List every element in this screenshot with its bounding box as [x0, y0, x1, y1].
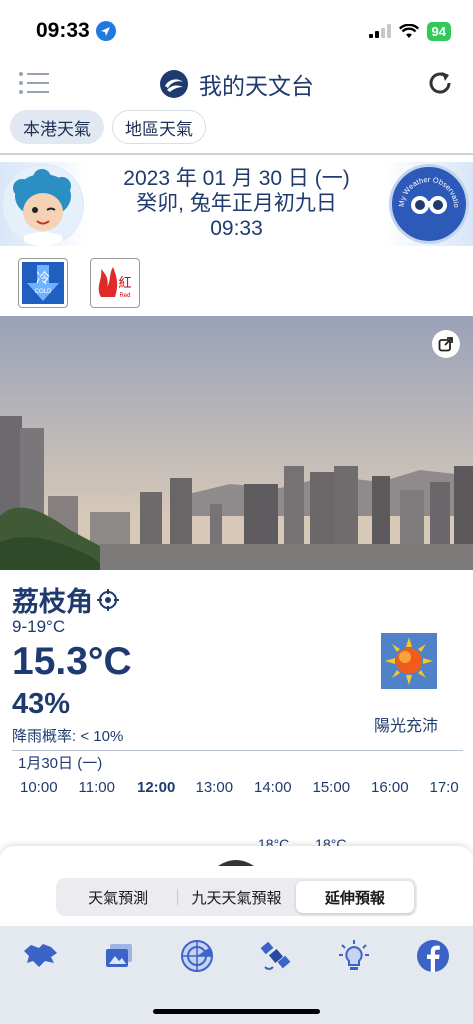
hour-label: 16:00	[371, 779, 409, 796]
red-fire-danger-warning-icon[interactable]: 紅 Red	[90, 258, 140, 308]
station-name[interactable]: 荔枝角	[12, 580, 119, 619]
hong-kong-map-icon[interactable]	[18, 934, 62, 978]
clock: 09:33	[36, 19, 90, 42]
battery-indicator: 94	[426, 21, 451, 41]
tab-hk-weather[interactable]: 本港天氣	[10, 110, 104, 144]
lunar-date: 癸卯, 兔年正月初九日	[136, 192, 337, 215]
status-time: 09:33	[36, 19, 116, 43]
satellite-icon[interactable]	[254, 934, 298, 978]
hourly-forecast-times[interactable]: 10:00 11:00 12:00 13:00 14:00 15:00 16:0…	[20, 779, 473, 796]
cold-warning-label: 冷	[36, 270, 50, 286]
hour-label: 13:00	[195, 779, 234, 796]
segment-extended-forecast[interactable]: 延伸預報	[295, 881, 414, 913]
app-title-text: 我的天文台	[199, 73, 314, 99]
red-warning-label: 紅	[118, 275, 131, 290]
wifi-icon	[398, 23, 419, 38]
sheet-handle-icon[interactable]	[216, 856, 256, 868]
segment-weather-forecast[interactable]: 天氣預測	[59, 881, 177, 913]
current-time: 09:33	[210, 217, 263, 240]
facebook-icon[interactable]	[411, 934, 455, 978]
lightbulb-icon[interactable]	[332, 934, 376, 978]
sunny-icon	[381, 633, 437, 689]
red-warning-sub: Red	[119, 293, 130, 299]
forecast-date: 1月30日 (一)	[18, 755, 103, 772]
header-divider	[0, 153, 473, 155]
open-webcam-icon[interactable]	[432, 330, 460, 358]
cold-warning-icon[interactable]: 冷 COLD	[18, 258, 68, 308]
forecast-segmented-control: 天氣預測 九天天氣預報 延伸預報	[56, 878, 417, 916]
hour-label: 14:00	[254, 779, 292, 796]
gregorian-date: 2023 年 01 月 30 日 (一)	[123, 167, 350, 190]
current-temperature: 15.3°C	[12, 640, 132, 683]
observatory-logo-icon	[160, 70, 188, 98]
hour-label: 17:0	[429, 779, 459, 796]
weather-description: 陽光充沛	[374, 718, 439, 735]
home-indicator	[153, 1009, 320, 1014]
location-target-icon	[97, 588, 119, 611]
segment-nine-day-forecast[interactable]: 九天天氣預報	[177, 881, 295, 913]
hour-label: 10:00	[20, 779, 58, 796]
warning-icons: 冷 COLD 紅 Red	[18, 258, 140, 308]
webcam-image[interactable]	[0, 316, 473, 570]
refresh-icon[interactable]	[425, 68, 455, 103]
temperature-range: 9-19°C	[12, 617, 66, 636]
my-weather-observation-button[interactable]: My Weather Observation 我的天氣觀察	[388, 159, 469, 244]
app-title: 我的天文台	[159, 67, 314, 101]
signal-icon	[368, 24, 391, 38]
hour-label: 11:00	[78, 779, 115, 796]
location-arrow-icon	[95, 21, 116, 41]
mascot-avatar[interactable]	[2, 164, 84, 246]
radar-icon[interactable]	[175, 934, 219, 978]
region-tabs: 本港天氣 地區天氣	[10, 110, 206, 144]
cold-warning-sub: COLD	[35, 289, 52, 295]
status-indicators: 94	[368, 21, 451, 41]
hour-label: 15:00	[312, 779, 351, 796]
menu-icon[interactable]	[18, 70, 50, 101]
app-header: 我的天文台	[0, 62, 473, 106]
rain-probability: 降雨概率: < 10%	[12, 728, 124, 745]
date-band: 2023 年 01 月 30 日 (一) 癸卯, 兔年正月初九日 09:33 M…	[0, 159, 473, 246]
station-label: 荔枝角	[12, 587, 93, 617]
relative-humidity: 43%	[12, 688, 71, 720]
date-display: 2023 年 01 月 30 日 (一) 癸卯, 兔年正月初九日 09:33	[90, 166, 383, 241]
hour-label-current: 12:00	[137, 779, 176, 796]
forecast-bottom-sheet: 天氣預測 九天天氣預報 延伸預報	[0, 846, 473, 926]
tab-district-weather[interactable]: 地區天氣	[112, 110, 206, 144]
photo-gallery-icon[interactable]	[97, 934, 141, 978]
status-bar: 09:33 94	[0, 0, 473, 62]
forecast-divider	[12, 750, 463, 751]
